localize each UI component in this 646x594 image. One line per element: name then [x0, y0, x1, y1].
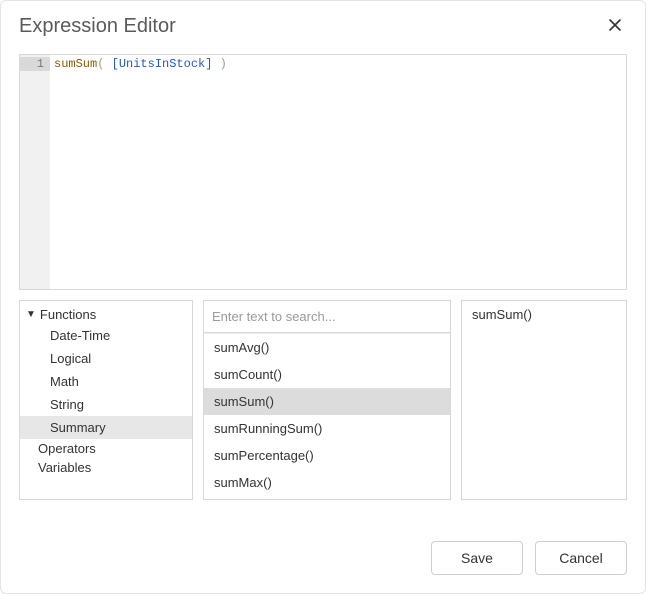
tree-node-child[interactable]: Logical — [20, 347, 192, 370]
function-item[interactable]: sumAvg() — [204, 334, 450, 361]
lower-panels: ▼ Functions Date-TimeLogicalMathStringSu… — [19, 300, 627, 500]
function-item[interactable]: sumSum() — [204, 388, 450, 415]
expression-editor-dialog: Expression Editor 1 sumSum( [UnitsInStoc… — [0, 0, 646, 594]
search-input[interactable] — [208, 305, 446, 328]
function-item[interactable]: sumMax() — [204, 469, 450, 496]
function-list-panel: sumAvg()sumCount()sumSum()sumRunningSum(… — [203, 300, 451, 500]
code-close-paren: ) — [220, 57, 227, 71]
tree-node-child[interactable]: String — [20, 393, 192, 416]
tree-node-functions[interactable]: ▼ Functions — [20, 305, 192, 324]
dialog-title: Expression Editor — [19, 15, 176, 38]
code-field: [UnitsInStock] — [104, 57, 219, 71]
tree-node-label: Functions — [40, 307, 96, 322]
close-icon — [607, 16, 623, 38]
function-item[interactable]: sumCount() — [204, 361, 450, 388]
code-editor[interactable]: 1 sumSum( [UnitsInStock] ) — [19, 54, 627, 290]
dialog-footer: Save Cancel — [1, 527, 645, 593]
save-button[interactable]: Save — [431, 541, 523, 575]
caret-down-icon: ▼ — [26, 309, 36, 320]
tree-node-label: Variables — [38, 460, 91, 475]
cancel-button[interactable]: Cancel — [535, 541, 627, 575]
close-button[interactable] — [603, 17, 627, 37]
function-item[interactable]: sumPercentage() — [204, 442, 450, 469]
tree-node-child[interactable]: Summary — [20, 416, 192, 439]
tree-node-variables[interactable]: Variables — [20, 458, 192, 477]
category-tree: ▼ Functions Date-TimeLogicalMathStringSu… — [20, 301, 192, 481]
category-tree-panel: ▼ Functions Date-TimeLogicalMathStringSu… — [19, 300, 193, 500]
tree-node-operators[interactable]: Operators — [20, 439, 192, 458]
line-number: 1 — [20, 57, 50, 71]
code-fn: sumSum — [54, 57, 97, 71]
search-wrap — [204, 301, 450, 333]
gutter: 1 — [20, 55, 50, 289]
dialog-header: Expression Editor — [1, 1, 645, 48]
tree-node-label: Operators — [38, 441, 96, 456]
tree-node-child[interactable]: Math — [20, 370, 192, 393]
function-item[interactable]: sumRunningSum() — [204, 415, 450, 442]
code-content[interactable]: sumSum( [UnitsInStock] ) — [50, 55, 626, 289]
description-panel: sumSum() — [461, 300, 627, 500]
function-list[interactable]: sumAvg()sumCount()sumSum()sumRunningSum(… — [204, 333, 450, 499]
function-item[interactable]: sumMin() — [204, 496, 450, 499]
description-text: sumSum() — [462, 301, 626, 328]
tree-node-child[interactable]: Date-Time — [20, 324, 192, 347]
